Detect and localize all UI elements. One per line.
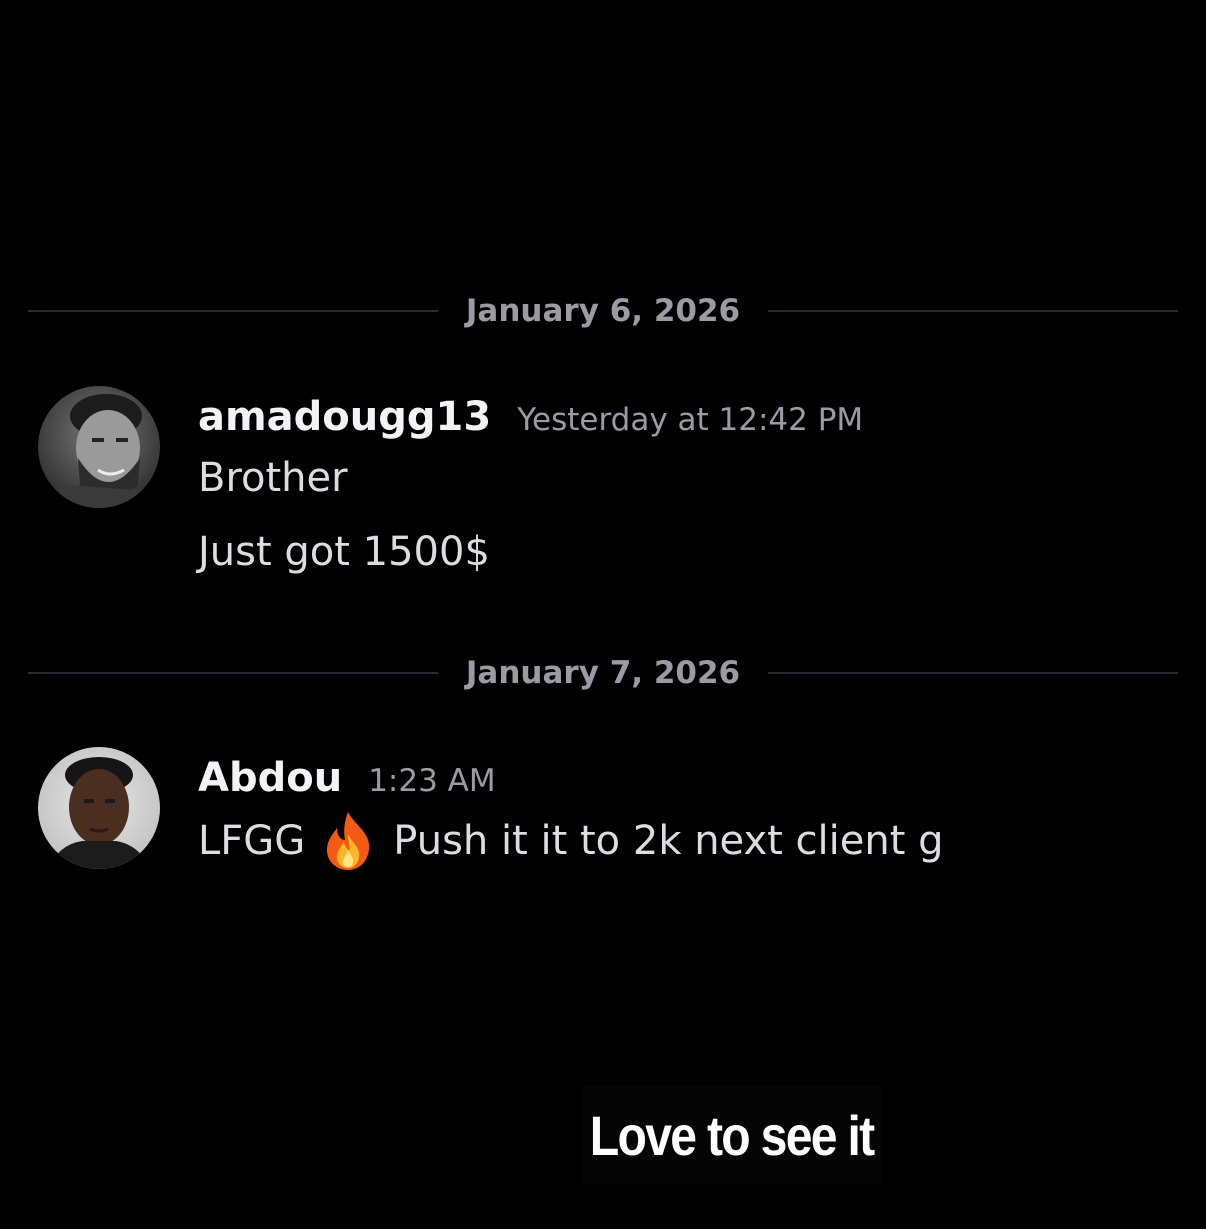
divider-line (28, 672, 438, 674)
date-divider: January 6, 2026 (28, 291, 1178, 331)
divider-date: January 6, 2026 (465, 293, 741, 329)
message-text: LFGG Push it it to 2k next client g (198, 807, 1168, 875)
message-header: amadougg13 Yesterday at 12:42 PM (198, 394, 1168, 444)
message-content: Abdou 1:23 AM LFGG Push it it to 2k next… (198, 747, 1168, 875)
username[interactable]: Abdou (198, 755, 342, 801)
divider-line (28, 310, 438, 312)
message-header: Abdou 1:23 AM (198, 755, 1168, 805)
avatar[interactable] (38, 386, 160, 508)
divider-line (768, 310, 1178, 312)
chat-message: Abdou 1:23 AM LFGG Push it it to 2k next… (38, 747, 1168, 877)
date-divider: January 7, 2026 (28, 653, 1178, 693)
young-man-avatar-icon (38, 747, 160, 869)
message-timestamp: 1:23 AM (368, 763, 496, 799)
divider-line (768, 672, 1178, 674)
chat-message: amadougg13 Yesterday at 12:42 PM Brother… (38, 386, 1168, 586)
bearded-man-avatar-icon (38, 386, 160, 508)
fire-emoji-icon (319, 810, 377, 872)
divider-date: January 7, 2026 (465, 655, 741, 691)
message-text-before-emoji: LFGG (198, 818, 306, 864)
caption-overlay: Love to see it (582, 1086, 882, 1184)
message-text: Brother (198, 455, 348, 501)
message-text: Just got 1500$ (198, 529, 490, 575)
message-content: amadougg13 Yesterday at 12:42 PM Brother… (198, 386, 1168, 580)
avatar[interactable] (38, 747, 160, 869)
message-timestamp: Yesterday at 12:42 PM (517, 402, 864, 438)
message-text-after-emoji: Push it it to 2k next client g (393, 818, 944, 864)
username[interactable]: amadougg13 (198, 394, 491, 440)
